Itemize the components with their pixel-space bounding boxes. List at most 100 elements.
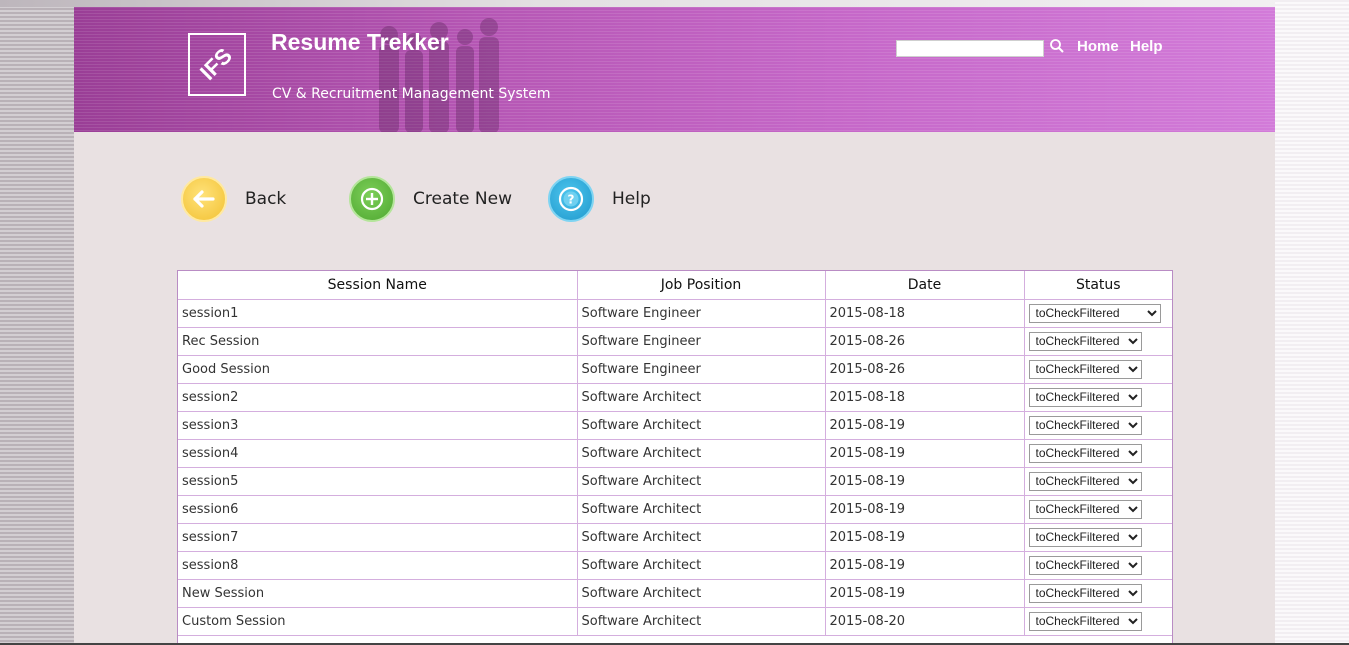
- status-cell: toCheckFiltered: [1024, 523, 1172, 552]
- date-cell: 2015-08-19: [825, 551, 1025, 580]
- date-cell: 2015-08-26: [825, 355, 1025, 384]
- date-cell: 2015-08-19: [825, 495, 1025, 524]
- column-header-session-name: Session Name: [178, 271, 578, 300]
- status-select[interactable]: toCheckFiltered: [1028, 611, 1142, 631]
- status-cell: toCheckFiltered: [1024, 495, 1172, 524]
- session-name-cell: session3: [178, 411, 578, 440]
- back-label: Back: [245, 189, 287, 209]
- ifs-logo: IFS: [188, 33, 246, 96]
- status-select[interactable]: toCheckFiltered: [1028, 583, 1142, 603]
- table-row: session7 Software Architect 2015-08-19 toCh…: [178, 523, 1172, 552]
- status-cell: toCheckFiltered: [1024, 467, 1172, 496]
- job-position-cell: Software Engineer: [577, 299, 826, 328]
- job-position-cell: Software Architect: [577, 411, 826, 440]
- status-cell: toCheckFiltered: [1024, 439, 1172, 468]
- session-name-cell: session6: [178, 495, 578, 524]
- session-name-cell: New Session: [178, 579, 578, 608]
- table-row: Good Session Software Engineer 2015-08-26 t…: [178, 355, 1172, 384]
- status-cell: toCheckFiltered: [1024, 607, 1172, 636]
- status-cell: toCheckFiltered: [1024, 327, 1172, 356]
- help-label: Help: [612, 189, 651, 209]
- job-position-cell: Software Architect: [577, 495, 826, 524]
- status-cell: toCheckFiltered: [1024, 355, 1172, 384]
- status-cell: toCheckFiltered: [1024, 551, 1172, 580]
- job-position-cell: Software Architect: [577, 579, 826, 608]
- date-cell: 2015-08-18: [825, 299, 1025, 328]
- status-select[interactable]: toCheckFiltered: [1028, 471, 1142, 491]
- table-header-row: Session Name Job Position Date Status: [178, 271, 1172, 300]
- search-input[interactable]: [896, 40, 1044, 57]
- plus-circle-icon: [349, 176, 395, 222]
- session-name-cell: Custom Session: [178, 607, 578, 636]
- page-container: IFS Resume Trekker CV & Recruitment Mana…: [74, 7, 1275, 645]
- date-cell: 2015-08-19: [825, 467, 1025, 496]
- job-position-cell: Software Engineer: [577, 327, 826, 356]
- svg-text:?: ?: [568, 193, 575, 207]
- table-row: session8 Software Architect 2015-08-19 toCh…: [178, 551, 1172, 580]
- date-cell: 2015-08-18: [825, 383, 1025, 412]
- table-row: session2 Software Architect 2015-08-18 toCh…: [178, 383, 1172, 412]
- table-body: session1 Software Engineer 2015-08-18 toChe…: [178, 299, 1172, 636]
- nav-help-link[interactable]: Help: [1130, 38, 1163, 55]
- date-cell: 2015-08-19: [825, 523, 1025, 552]
- question-circle-icon: ?: [548, 176, 594, 222]
- session-name-cell: session2: [178, 383, 578, 412]
- job-position-cell: Software Architect: [577, 607, 826, 636]
- table-row: New Session Software Architect 2015-08-19 t…: [178, 579, 1172, 608]
- job-position-cell: Software Engineer: [577, 355, 826, 384]
- arrow-left-icon: [181, 176, 227, 222]
- header-banner: IFS Resume Trekker CV & Recruitment Mana…: [74, 7, 1275, 132]
- session-name-cell: Rec Session: [178, 327, 578, 356]
- session-name-cell: Good Session: [178, 355, 578, 384]
- status-cell: toCheckFiltered: [1024, 299, 1172, 328]
- job-position-cell: Software Architect: [577, 551, 826, 580]
- session-name-cell: session4: [178, 439, 578, 468]
- table-row: Custom Session Software Architect 2015-08-…: [178, 607, 1172, 636]
- back-button[interactable]: Back: [181, 176, 286, 222]
- status-select[interactable]: toCheckFiltered: [1028, 359, 1142, 379]
- status-select[interactable]: toCheckFiltered: [1028, 555, 1142, 575]
- date-cell: 2015-08-26: [825, 327, 1025, 356]
- status-cell: toCheckFiltered: [1024, 579, 1172, 608]
- session-name-cell: session7: [178, 523, 578, 552]
- create-new-button[interactable]: Create New: [349, 176, 512, 222]
- column-header-status: Status: [1024, 271, 1172, 300]
- status-select[interactable]: toCheckFiltered: [1028, 415, 1142, 435]
- status-cell: toCheckFiltered: [1024, 411, 1172, 440]
- logo-text: IFS: [195, 43, 237, 85]
- table-row: session5 Software Architect 2015-08-19 toCh…: [178, 467, 1172, 496]
- table-row: session6 Software Architect 2015-08-19 toCh…: [178, 495, 1172, 524]
- job-position-cell: Software Architect: [577, 523, 826, 552]
- help-button[interactable]: ? Help: [548, 176, 651, 222]
- column-header-job-position: Job Position: [577, 271, 826, 300]
- table-row: Rec Session Software Engineer 2015-08-26 to…: [178, 327, 1172, 356]
- status-select[interactable]: toCheckFiltered: [1028, 331, 1142, 351]
- sessions-table-container: Session Name Job Position Date Status se…: [177, 270, 1173, 645]
- nav-home-link[interactable]: Home: [1077, 38, 1119, 55]
- sessions-table: Session Name Job Position Date Status se…: [178, 271, 1172, 636]
- date-cell: 2015-08-19: [825, 579, 1025, 608]
- search-icon[interactable]: [1049, 38, 1065, 54]
- status-select[interactable]: toCheckFiltered: [1028, 443, 1142, 463]
- job-position-cell: Software Architect: [577, 439, 826, 468]
- create-new-label: Create New: [413, 189, 512, 209]
- table-row: session3 Software Architect 2015-08-19 toCh…: [178, 411, 1172, 440]
- date-cell: 2015-08-20: [825, 607, 1025, 636]
- date-cell: 2015-08-19: [825, 439, 1025, 468]
- status-select[interactable]: toCheckFiltered: [1028, 527, 1142, 547]
- top-strip: [0, 0, 1349, 7]
- status-select[interactable]: toCheckFiltered: [1028, 499, 1142, 519]
- session-name-cell: session1: [178, 299, 578, 328]
- job-position-cell: Software Architect: [577, 383, 826, 412]
- date-cell: 2015-08-19: [825, 411, 1025, 440]
- job-position-cell: Software Architect: [577, 467, 826, 496]
- status-select[interactable]: toCheckFiltered: [1028, 387, 1142, 407]
- table-row: session1 Software Engineer 2015-08-18 toChe…: [178, 299, 1172, 328]
- column-header-date: Date: [825, 271, 1025, 300]
- status-select[interactable]: toCheckFiltered: [1028, 303, 1161, 323]
- session-name-cell: session5: [178, 467, 578, 496]
- app-title: Resume Trekker: [271, 29, 449, 55]
- table-row: session4 Software Architect 2015-08-19 toCh…: [178, 439, 1172, 468]
- status-cell: toCheckFiltered: [1024, 383, 1172, 412]
- app-subtitle: CV & Recruitment Management System: [272, 86, 551, 102]
